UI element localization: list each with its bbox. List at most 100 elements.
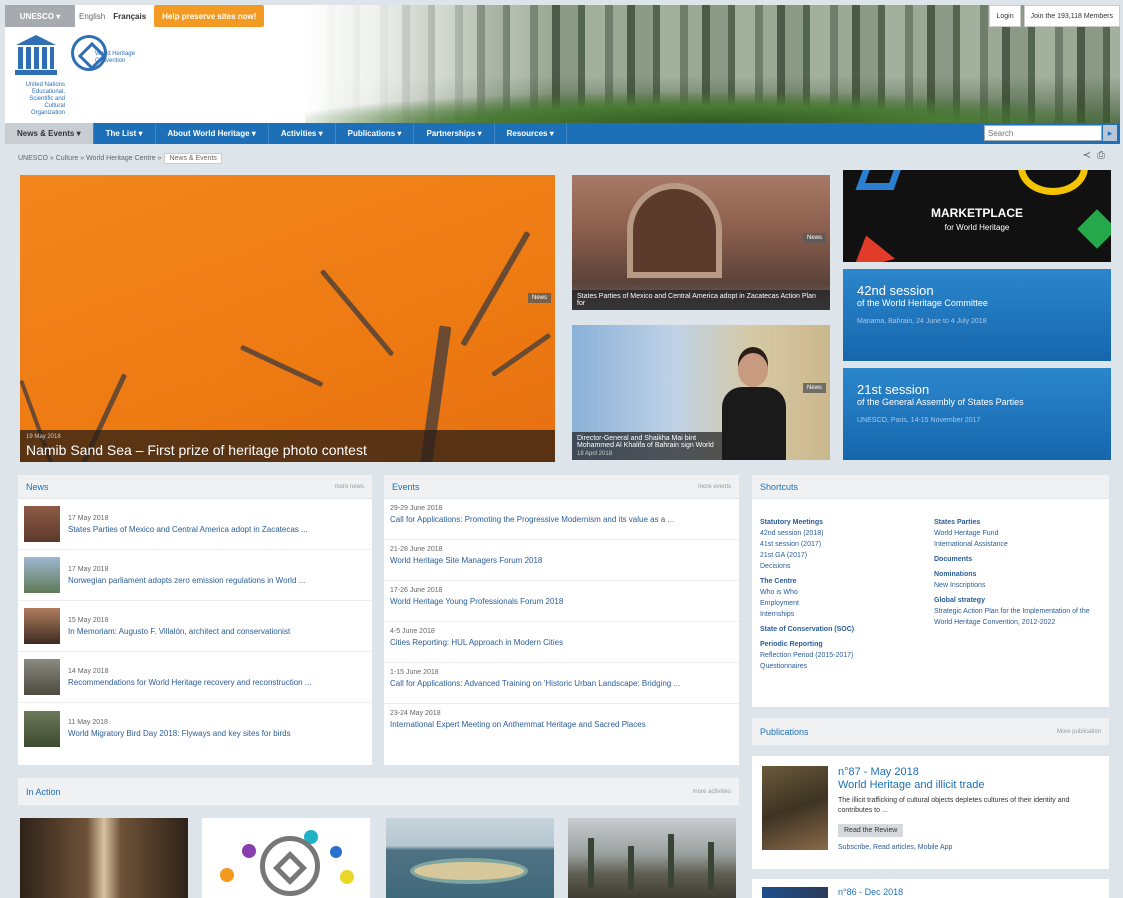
more-publication-link[interactable]: More publication: [1057, 729, 1101, 735]
shortcut-group-heading[interactable]: States Parties: [934, 517, 1104, 528]
news-tag: News: [528, 293, 552, 303]
news-thumb-image: [24, 506, 60, 542]
login-button[interactable]: Login: [989, 5, 1021, 27]
featured-story-bahrain[interactable]: News Director-General and Shaikha Mai bi…: [572, 325, 830, 460]
event-title[interactable]: Call for Applications: Promoting the Pro…: [390, 515, 733, 524]
publication-card[interactable]: n°87 - May 2018 World Heritage and illic…: [752, 756, 1109, 869]
event-title[interactable]: International Expert Meeting on Anthemma…: [390, 720, 733, 729]
nav-the-list[interactable]: The List ▾: [94, 123, 156, 144]
featured-story-zacatecas[interactable]: News States Parties of Mexico and Centra…: [572, 175, 830, 310]
event-date: 23-24 May 2018: [390, 710, 441, 717]
shortcut-link[interactable]: Employment: [760, 598, 925, 609]
unesco-logo-text: United Nations Educational, Scientific a…: [25, 82, 65, 116]
shortcut-group-heading[interactable]: The Centre: [760, 576, 925, 587]
shortcut-group-heading[interactable]: Nominations: [934, 569, 1104, 580]
list-item[interactable]: 1-15 June 2018 Call for Applications: Adv…: [384, 663, 739, 704]
list-item[interactable]: 17 May 2018 States Parties of Mexico and …: [18, 499, 372, 550]
featured-story-title[interactable]: Director-General and Shaikha Mai bint Mo…: [577, 435, 717, 449]
shortcut-link[interactable]: Who is Who: [760, 587, 925, 598]
event-title[interactable]: World Heritage Site Managers Forum 2018: [390, 556, 733, 565]
shortcut-link[interactable]: New Inscriptions: [934, 580, 1104, 591]
unesco-dropdown[interactable]: UNESCO ▾: [5, 5, 75, 27]
shortcut-link[interactable]: Questionnaires: [760, 661, 925, 672]
list-item[interactable]: 11 May 2018 World Migratory Bird Day 2018…: [18, 703, 372, 754]
breadcrumb-path[interactable]: UNESCO » Culture » World Heritage Centre…: [18, 155, 161, 162]
list-item[interactable]: 4-5 June 2018 Cities Reporting: HUL Appro…: [384, 622, 739, 663]
list-item[interactable]: 14 May 2018 Recommendations for World Her…: [18, 652, 372, 703]
event-title[interactable]: Call for Applications: Advanced Training…: [390, 679, 733, 688]
publication-links[interactable]: Subscribe, Read articles, Mobile App: [838, 844, 952, 851]
session-42-subtitle: of the World Heritage Committee: [857, 298, 988, 308]
cactus: [668, 834, 674, 888]
list-item[interactable]: 21-28 June 2018 World Heritage Site Manag…: [384, 540, 739, 581]
action-image-tunnel[interactable]: [20, 818, 188, 898]
marketplace-subtitle: for World Heritage: [944, 223, 1010, 232]
event-date: 1-15 June 2018: [390, 669, 439, 676]
shortcuts-right-column: States Parties World Heritage Fund Interna…: [934, 513, 1104, 628]
news-title[interactable]: Norwegian parliament adopts zero emissio…: [68, 576, 305, 585]
nav-publications[interactable]: Publications ▾: [336, 123, 415, 144]
nav-resources[interactable]: Resources ▾: [495, 123, 567, 144]
publication-subtitle[interactable]: World Heritage and illicit trade: [838, 779, 985, 791]
read-review-button[interactable]: Read the Review: [838, 824, 904, 837]
session-42-banner[interactable]: 42nd session of the World Heritage Commi…: [843, 269, 1111, 361]
shortcut-group-heading[interactable]: Documents: [934, 554, 1104, 565]
action-image-island[interactable]: [386, 818, 554, 898]
nav-activities[interactable]: Activities ▾: [269, 123, 336, 144]
action-image-cacti[interactable]: [568, 818, 736, 898]
list-item[interactable]: 29-29 June 2018 Call for Applications: Pr…: [384, 499, 739, 540]
unesco-temple-icon: [13, 35, 59, 79]
featured-story-title[interactable]: States Parties of Mexico and Central Ame…: [577, 293, 825, 307]
search-input[interactable]: [984, 125, 1102, 141]
shortcut-group-heading[interactable]: Periodic Reporting: [760, 639, 925, 650]
news-title[interactable]: States Parties of Mexico and Central Ame…: [68, 525, 308, 534]
shortcut-group-heading[interactable]: Statutory Meetings: [760, 517, 925, 528]
session-21-banner[interactable]: 21st session of the General Assembly of …: [843, 368, 1111, 460]
event-date: 21-28 June 2018: [390, 546, 443, 553]
featured-main-story[interactable]: News 19 May 2018 Namib Sand Sea – First …: [20, 175, 555, 462]
news-title[interactable]: In Memoriam: Augusto F. Villalón, archit…: [68, 627, 290, 636]
help-preserve-button[interactable]: Help preserve sites now!: [154, 5, 265, 27]
lang-english[interactable]: English: [79, 12, 105, 21]
more-events-link[interactable]: more events: [698, 484, 731, 490]
nav-about[interactable]: About World Heritage ▾: [156, 123, 269, 144]
share-icon[interactable]: ≺: [1083, 150, 1091, 161]
dot-orange: [220, 868, 234, 882]
search-icon[interactable]: ▸: [1103, 125, 1117, 141]
list-item[interactable]: 23-24 May 2018 International Expert Meeti…: [384, 704, 739, 745]
shortcut-link[interactable]: Decisions: [760, 561, 925, 572]
marketplace-banner[interactable]: MARKETPLACE for World Heritage: [843, 170, 1111, 262]
event-title[interactable]: Cities Reporting: HUL Approach in Modern…: [390, 638, 733, 647]
publication-card-next[interactable]: n°86 - Dec 2018: [752, 879, 1109, 898]
nav-news-events[interactable]: News & Events ▾: [5, 123, 94, 144]
action-image-emblem[interactable]: [202, 818, 370, 898]
shortcut-link[interactable]: 21st GA (2017): [760, 550, 925, 561]
more-news-link[interactable]: more news: [335, 484, 364, 490]
featured-main-title[interactable]: Namib Sand Sea – First prize of heritage…: [26, 442, 549, 458]
lang-francais[interactable]: Français: [113, 12, 146, 21]
news-thumb-image: [24, 659, 60, 695]
shortcut-link[interactable]: World Heritage Fund: [934, 528, 1104, 539]
unesco-logo[interactable]: United Nations Educational, Scientific a…: [13, 35, 107, 117]
shortcut-link[interactable]: Internships: [760, 609, 925, 620]
news-title[interactable]: World Migratory Bird Day 2018: Flyways a…: [68, 729, 291, 738]
shortcut-group-heading[interactable]: State of Conservation (SOC): [760, 624, 925, 635]
shortcut-group-heading[interactable]: Global strategy: [934, 595, 1104, 606]
list-item[interactable]: 17 May 2018 Norwegian parliament adopts z…: [18, 550, 372, 601]
main-nav: News & Events ▾ The List ▾ About World H…: [5, 123, 1120, 144]
featured-story-caption: States Parties of Mexico and Central Ame…: [572, 290, 830, 310]
list-item[interactable]: 15 May 2018 In Memoriam: Augusto F. Villa…: [18, 601, 372, 652]
list-item[interactable]: 17-26 June 2018 World Heritage Young Prof…: [384, 581, 739, 622]
event-title[interactable]: World Heritage Young Professionals Forum…: [390, 597, 733, 606]
shortcut-link[interactable]: Reflection Period (2015-2017): [760, 650, 925, 661]
shortcut-link[interactable]: International Assistance: [934, 539, 1104, 550]
nav-partnerships[interactable]: Partnerships ▾: [414, 123, 495, 144]
news-title[interactable]: Recommendations for World Heritage recov…: [68, 678, 312, 687]
shortcut-link[interactable]: Strategic Action Plan for the Implementa…: [934, 606, 1104, 628]
more-activities-link[interactable]: more activities: [693, 789, 731, 795]
events-panel: Events more events 29-29 June 2018 Call f…: [384, 475, 739, 765]
join-members-button[interactable]: Join the 193,118 Members: [1023, 5, 1120, 27]
print-icon[interactable]: ⎙: [1097, 150, 1105, 161]
shortcut-link[interactable]: 41st session (2017): [760, 539, 925, 550]
shortcut-link[interactable]: 42nd session (2018): [760, 528, 925, 539]
